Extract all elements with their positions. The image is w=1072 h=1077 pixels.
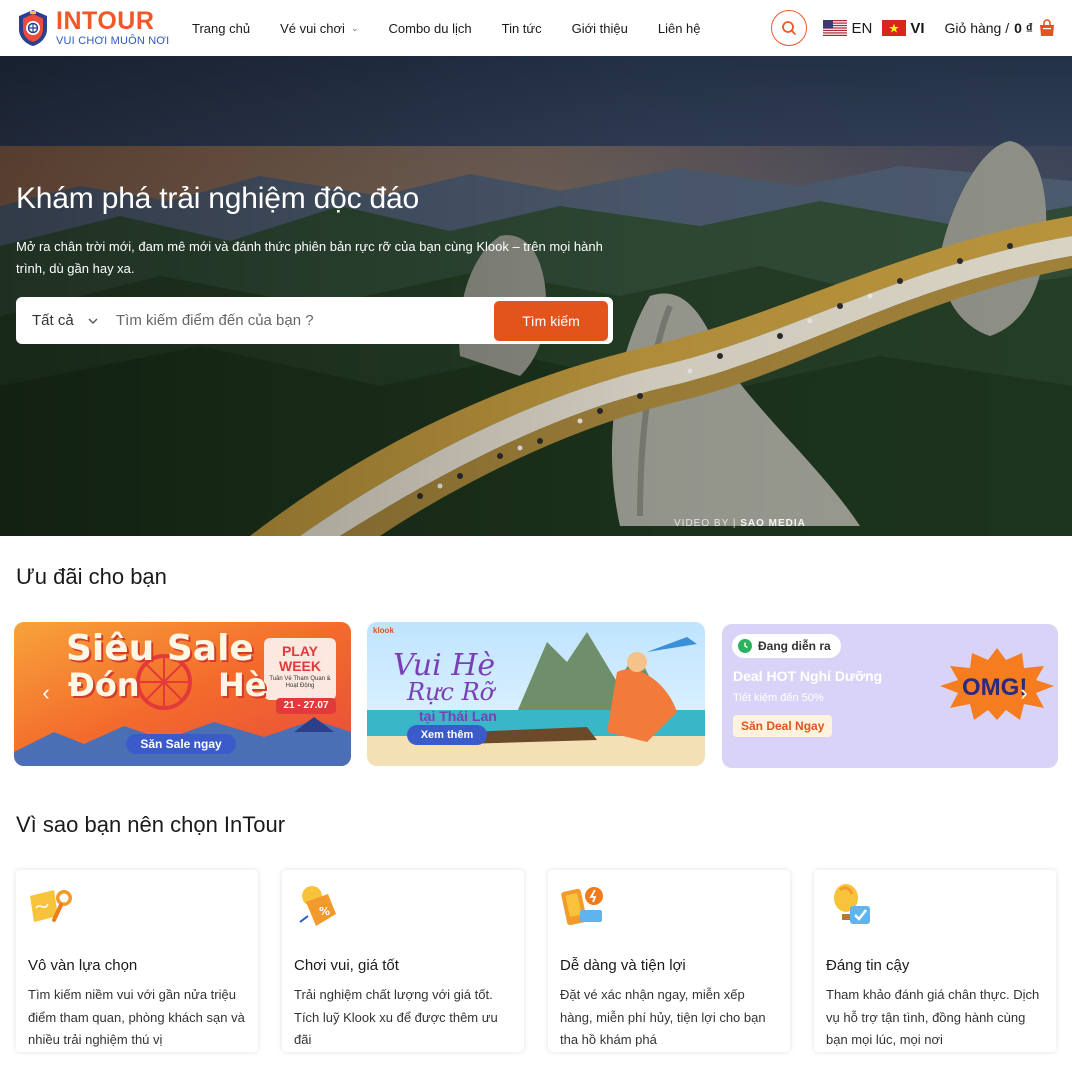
why-card-title: Chơi vui, giá tốt <box>294 957 399 974</box>
why-card: Dễ dàng và tiện lợi Đặt vé xác nhận ngay… <box>548 870 790 1052</box>
banner3-title: Deal HOT Nghỉ Dưỡng <box>733 668 883 684</box>
cart-label: Giỏ hàng / <box>944 20 1010 36</box>
why-card: Vô vàn lựa chọn Tìm kiếm niềm vui với gầ… <box>16 870 258 1052</box>
banner1-headline-3: Hè <box>218 666 267 704</box>
nav-label: Vé vui chơi <box>280 20 345 36</box>
nav-item-about[interactable]: Giới thiệu <box>557 21 643 36</box>
search-submit-button[interactable]: Tìm kiếm <box>494 300 608 341</box>
header-search-button[interactable] <box>771 10 808 46</box>
cart-button[interactable]: Giỏ hàng / 0 ₫ <box>945 19 1056 37</box>
why-card-title: Dễ dàng và tiện lợi <box>560 957 686 974</box>
video-credit-prefix: VIDEO BY <box>674 518 730 529</box>
us-flag-icon <box>823 20 848 36</box>
hero-section: Khám phá trải nghiệm độc đáo Mở ra chân … <box>0 56 1072 536</box>
chevron-right-icon: › <box>1020 680 1028 705</box>
hero-description: Mở ra chân trời mới, đam mê mới và đánh … <box>16 239 603 276</box>
hero-title: Khám phá trải nghiệm độc đáo <box>16 182 419 215</box>
header-actions: EN VI Giỏ hàng / 0 ₫ <box>771 10 1056 46</box>
hero-background-image <box>0 56 1072 536</box>
offer-banner-hot-deal[interactable]: Đang diễn ra Deal HOT Nghỉ Dưỡng Tiết ki… <box>722 624 1058 768</box>
logo-badge-icon <box>19 10 47 46</box>
carousel-prev-button[interactable]: ‹ <box>32 679 60 707</box>
lang-vi-button[interactable]: VI <box>882 19 925 37</box>
why-card-desc: Tìm kiếm niềm vui với gần nửa triệu điểm… <box>28 987 245 1047</box>
nav-item-home[interactable]: Trang chủ <box>192 21 265 36</box>
category-filter-label: Tất cả <box>32 312 74 329</box>
carousel-next-button[interactable]: › <box>1010 679 1038 707</box>
klook-brand: klook <box>373 626 394 635</box>
nav-item-combo[interactable]: Combo du lịch <box>374 21 487 36</box>
magnifier-map-icon <box>30 890 72 922</box>
banner1-headline: Siêu Sale <box>66 628 254 669</box>
site-header: INTOUR VUI CHƠI MUÔN NƠI Trang chủ Vé vu… <box>0 0 1072 56</box>
why-section-title: Vì sao bạn nên chọn InTour <box>16 812 286 837</box>
nav-item-tickets[interactable]: Vé vui chơi ⌄ <box>265 21 373 36</box>
search-icon <box>782 21 797 35</box>
logo[interactable]: INTOUR VUI CHƠI MUÔN NƠI <box>16 9 176 47</box>
vn-flag-icon <box>882 20 907 36</box>
banner1-cta[interactable]: Săn Sale ngay <box>126 734 236 754</box>
cart-total: 0 ₫ <box>1014 20 1033 36</box>
video-credit-brand: SAO MEDIA <box>740 518 806 529</box>
shopping-bag-icon <box>1040 19 1054 36</box>
mobile-ticket-icon <box>561 887 603 926</box>
brand-name: INTOUR <box>56 7 155 35</box>
nav-label: Combo du lịch <box>388 20 472 36</box>
play-week-dates: 21 - 27.07 <box>283 700 329 711</box>
nav-item-news[interactable]: Tin tức <box>487 21 557 36</box>
banner3-subtitle: Tiết kiệm đến 50% <box>733 692 824 704</box>
live-status-label: Đang diễn ra <box>758 639 831 653</box>
offer-banner-summer-sale[interactable]: Siêu Sale Đón Hè PLAY WEEK Tuần Vé Tham … <box>14 622 351 766</box>
why-cards: Vô vàn lựa chọn Tìm kiếm niềm vui với gầ… <box>16 870 1056 1052</box>
brand-tagline: VUI CHƠI MUÔN NƠI <box>56 35 170 47</box>
category-filter-select[interactable]: Tất cả <box>32 312 116 329</box>
why-card-desc: Đặt vé xác nhận ngay, miễn xếp hàng, miễ… <box>560 987 766 1047</box>
why-card: Đáng tin cậy Tham khảo đánh giá chân thự… <box>814 870 1056 1052</box>
offers-carousel: Siêu Sale Đón Hè PLAY WEEK Tuần Vé Tham … <box>14 622 1058 768</box>
banner3-cta[interactable]: Săn Deal Ngay <box>733 715 833 737</box>
chevron-down-icon: ⌄ <box>350 22 359 33</box>
video-credit: VIDEO BY | SAO MEDIA <box>674 518 806 529</box>
offer-banner-thailand[interactable]: klook Vui Hè Rực Rỡ tại Thái Lan Xem thê… <box>367 622 705 766</box>
clock-icon <box>738 639 752 653</box>
lang-vi-label: VI <box>910 19 925 37</box>
banner2-headline-2: Rực Rỡ <box>407 678 495 706</box>
why-card: % Chơi vui, giá tốt Trải nghiệm chất lượ… <box>282 870 524 1052</box>
destination-search-input[interactable] <box>116 312 494 329</box>
banner1-headline-2: Đón <box>68 666 140 704</box>
banner2-location: tại Thái Lan <box>419 708 497 724</box>
main-nav: Trang chủ Vé vui chơi ⌄ Combo du lịch Tin… <box>192 21 716 36</box>
hero-search-bar: Tất cả Tìm kiếm <box>16 297 613 344</box>
play-week-badge-subtitle: Tuần Vé Tham Quan & Hoạt Động <box>269 676 331 689</box>
why-card-title: Vô vàn lựa chọn <box>28 957 138 974</box>
nav-label: Giới thiệu <box>571 20 628 36</box>
why-card-desc: Tham khảo đánh giá chân thực. Dịch vụ hỗ… <box>826 987 1040 1047</box>
why-card-desc: Trải nghiệm chất lượng với giá tốt. Tích… <box>294 987 498 1047</box>
nav-label: Liên hệ <box>657 20 701 36</box>
banner2-cta[interactable]: Xem thêm <box>407 725 487 745</box>
chevron-down-icon <box>88 318 98 324</box>
lang-en-label: EN <box>851 19 873 37</box>
svg-text:%: % <box>319 905 330 918</box>
why-card-title: Đáng tin cậy <box>826 957 910 974</box>
live-status-badge: Đang diễn ra <box>732 634 841 658</box>
discount-coin-icon: % <box>299 886 336 926</box>
chevron-left-icon: ‹ <box>42 680 50 705</box>
play-week-badge-title: PLAY WEEK <box>279 643 321 674</box>
balloon-check-icon <box>834 884 870 924</box>
lang-en-button[interactable]: EN <box>823 20 872 37</box>
nav-label: Tin tức <box>501 20 542 36</box>
nav-label: Trang chủ <box>192 20 251 36</box>
offers-section-title: Ưu đãi cho bạn <box>16 564 167 589</box>
nav-item-contact[interactable]: Liên hệ <box>643 21 716 36</box>
